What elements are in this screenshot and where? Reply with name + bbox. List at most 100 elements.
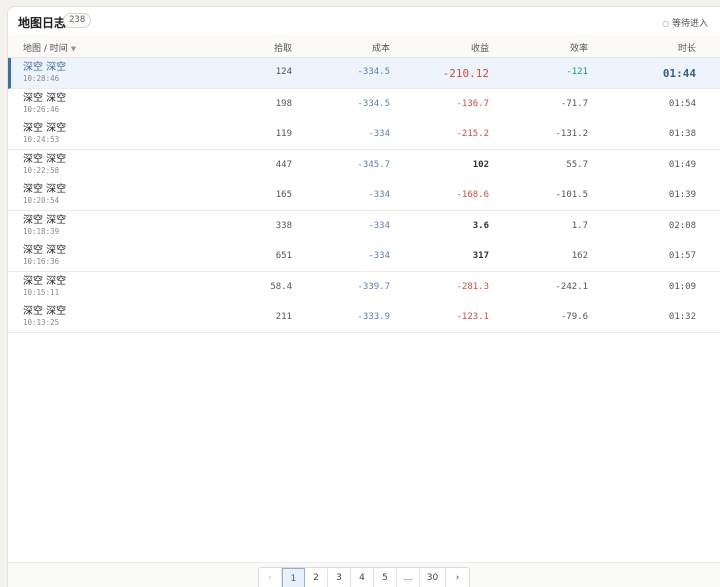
column-header-efficiency[interactable]: 效率 <box>570 41 588 54</box>
profit-cell: -168.6 <box>456 190 489 200</box>
duration-cell: 01:38 <box>668 129 696 139</box>
profit-cell: -123.1 <box>456 312 489 322</box>
duration-cell: 01:39 <box>668 190 696 200</box>
pickup-cell: 651 <box>275 251 292 261</box>
pickup-cell: 211 <box>275 312 292 322</box>
cost-cell: -345.7 <box>357 159 390 170</box>
profit-cell: 3.6 <box>472 220 489 231</box>
map-time: 10:18:39 <box>23 226 60 236</box>
next-page-button[interactable]: › <box>446 568 469 587</box>
duration-cell: 01:57 <box>668 251 696 261</box>
pickup-cell: 338 <box>275 220 292 231</box>
map-time: 10:13:25 <box>23 318 60 327</box>
sort-down-icon: ▼ <box>70 45 77 53</box>
cost-cell: -334 <box>368 190 390 200</box>
column-header-pickup[interactable]: 拾取 <box>274 41 292 54</box>
map-time: 10:26:46 <box>23 104 60 114</box>
map-time: 10:16:36 <box>23 257 60 266</box>
map-time: 10:28:46 <box>23 74 60 83</box>
map-name: 深空 深空 <box>23 123 67 134</box>
map-time-cell: 深空 深空 10:18:39 <box>23 215 66 237</box>
efficiency-cell: -79.6 <box>560 312 588 322</box>
map-time-cell: 深空 深空 10:13:25 <box>23 306 66 328</box>
map-time-cell: 深空 深空 10:16:36 <box>23 245 66 267</box>
status-dot-icon: ○ <box>662 19 669 28</box>
page-button-last[interactable]: 30 <box>420 568 446 587</box>
page-button-1[interactable]: 1 <box>282 568 305 587</box>
map-name: 深空 深空 <box>23 153 67 165</box>
column-header-map-time[interactable]: 地图 / 时间 ▼ <box>23 41 76 54</box>
pickup-cell: 119 <box>275 129 292 139</box>
cost-cell: -334.5 <box>357 67 390 77</box>
page-ellipsis: … <box>397 568 420 587</box>
table-row[interactable]: 深空 深空 10:18:39 338 -334 3.6 1.7 02:08 <box>8 210 720 242</box>
profit-cell: -136.7 <box>456 98 489 109</box>
table-row[interactable]: 深空 深空 10:26:46 198 -334.5 -136.7 -71.7 01:54 <box>8 88 720 120</box>
efficiency-cell: -131.2 <box>555 129 588 139</box>
map-name: 深空 深空 <box>23 306 67 317</box>
status-label: 等待进入 <box>671 19 708 29</box>
map-name: 深空 深空 <box>23 62 67 73</box>
map-name: 深空 深空 <box>23 245 67 256</box>
map-time: 10:15:11 <box>23 287 60 297</box>
page-button-4[interactable]: 4 <box>351 568 374 587</box>
table-row[interactable]: 深空 深空 10:13:25 211 -333.9 -123.1 -79.6 01:32 <box>8 302 720 333</box>
cost-cell: -333.9 <box>357 312 390 322</box>
table-row[interactable]: 深空 深空 10:28:46 124 -334.5 -210.12 -121 01:44 <box>8 58 720 89</box>
map-time-cell: 深空 深空 10:22:58 <box>23 154 66 176</box>
cost-cell: -339.7 <box>357 281 390 292</box>
table-header: 地图 / 时间 ▼ 拾取 成本 收益 效率 时长 <box>8 35 720 58</box>
map-name: 深空 深空 <box>23 275 67 287</box>
table-row[interactable]: 深空 深空 10:24:53 119 -334 -215.2 -131.2 01:38 <box>8 119 720 150</box>
page-button-3[interactable]: 3 <box>328 568 351 587</box>
pickup-cell: 447 <box>275 159 292 170</box>
efficiency-cell: -101.5 <box>555 190 588 200</box>
map-time-cell: 深空 深空 10:26:46 <box>23 93 66 115</box>
efficiency-cell: 1.7 <box>571 220 588 231</box>
panel-header: 地图日志 238 ○ 等待进入 <box>8 7 720 35</box>
pickup-cell: 198 <box>275 98 292 109</box>
column-header-duration[interactable]: 时长 <box>678 41 696 54</box>
page-button-5[interactable]: 5 <box>374 568 397 587</box>
cost-cell: -334 <box>368 129 390 139</box>
duration-cell: 01:49 <box>668 159 696 170</box>
prev-page-button[interactable]: ‹ <box>259 568 282 587</box>
pickup-cell: 58.4 <box>270 281 292 292</box>
map-log-panel: 地图日志 238 ○ 等待进入 地图 / 时间 ▼ 拾取 成本 收益 效率 时长 深… <box>7 6 720 587</box>
status-indicator: ○ 等待进入 <box>662 16 708 29</box>
cost-cell: -334 <box>368 220 390 231</box>
efficiency-cell: 55.7 <box>566 159 588 170</box>
duration-cell: 02:08 <box>668 220 696 231</box>
pickup-cell: 165 <box>275 190 292 200</box>
column-header-cost[interactable]: 成本 <box>372 41 390 54</box>
map-time: 10:20:54 <box>23 196 60 205</box>
pagination-bar: ‹ 1 2 3 4 5 … 30 › <box>8 562 720 587</box>
table-row[interactable]: 深空 深空 10:20:54 165 -334 -168.6 -101.5 01:39 <box>8 180 720 211</box>
efficiency-cell: -242.1 <box>555 281 588 292</box>
table-row[interactable]: 深空 深空 10:16:36 651 -334 317 162 01:57 <box>8 241 720 272</box>
map-time: 10:24:53 <box>23 135 60 144</box>
duration-cell: 01:44 <box>662 67 696 80</box>
map-name: 深空 深空 <box>23 92 67 104</box>
column-header-profit[interactable]: 收益 <box>471 41 489 54</box>
cost-cell: -334.5 <box>357 98 390 109</box>
duration-cell: 01:54 <box>668 98 696 109</box>
profit-cell: -281.3 <box>456 281 489 292</box>
pagination: ‹ 1 2 3 4 5 … 30 › <box>258 567 470 587</box>
profit-cell: 102 <box>472 159 489 170</box>
table-row[interactable]: 深空 深空 10:22:58 447 -345.7 102 55.7 01:49 <box>8 149 720 181</box>
map-time-cell: 深空 深空 10:28:46 <box>23 62 66 84</box>
duration-cell: 01:09 <box>668 281 696 292</box>
profit-cell: 317 <box>472 251 489 261</box>
map-time-cell: 深空 深空 10:24:53 <box>23 123 66 145</box>
profit-cell: -215.2 <box>456 129 489 139</box>
map-name: 深空 深空 <box>23 214 67 226</box>
profit-cell: -210.12 <box>442 67 489 80</box>
page-button-2[interactable]: 2 <box>305 568 328 587</box>
table-row[interactable]: 深空 深空 10:15:11 58.4 -339.7 -281.3 -242.1 01:09 <box>8 271 720 303</box>
cost-cell: -334 <box>368 251 390 261</box>
duration-cell: 01:32 <box>668 312 696 322</box>
map-time: 10:22:58 <box>23 165 60 175</box>
page-title: 地图日志 <box>18 16 67 30</box>
pickup-cell: 124 <box>275 67 292 77</box>
